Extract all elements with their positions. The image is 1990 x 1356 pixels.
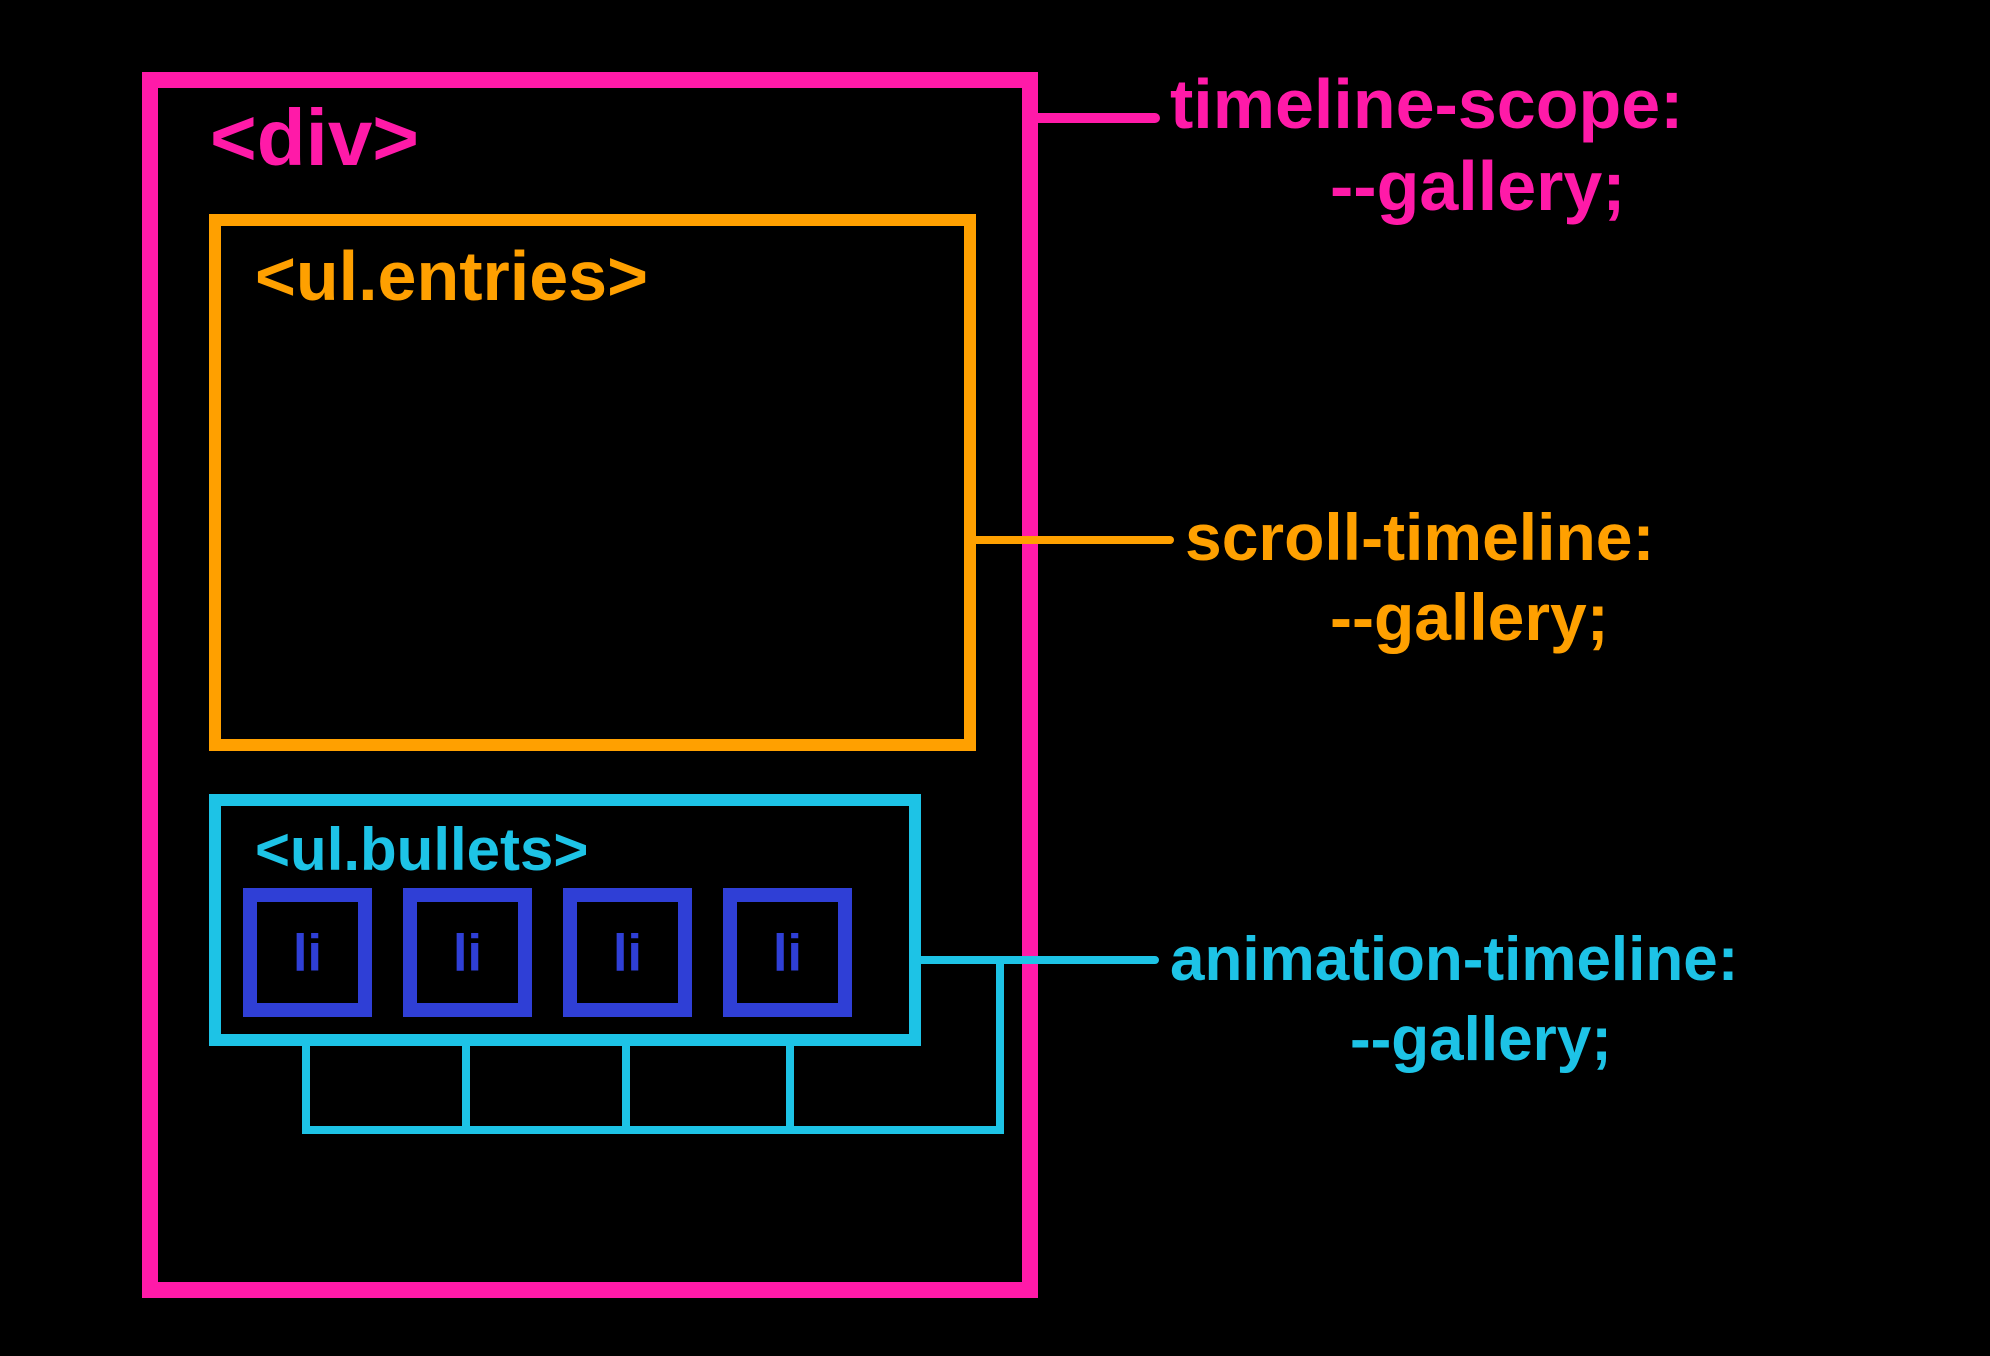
annotation-timeline-scope-line1: timeline-scope: [1170, 65, 1683, 143]
bullets-label: <ul.bullets> [255, 816, 588, 883]
annotation-scroll-timeline-line2: --gallery; [1330, 580, 1609, 654]
annotation-scroll-timeline-line1: scroll-timeline: [1185, 500, 1654, 574]
annotation-animation-timeline-line2: --gallery; [1350, 1005, 1612, 1074]
annotation-animation-timeline-line1: animation-timeline: [1170, 925, 1738, 994]
entries-label: <ul.entries> [255, 237, 648, 315]
bullet-item-label: li [613, 925, 642, 983]
outer-div-label: <div> [210, 93, 419, 182]
bullet-item-label: li [293, 925, 322, 983]
bullet-item-label: li [773, 925, 802, 983]
annotation-timeline-scope-line2: --gallery; [1330, 147, 1626, 225]
bullet-item-label: li [453, 925, 482, 983]
